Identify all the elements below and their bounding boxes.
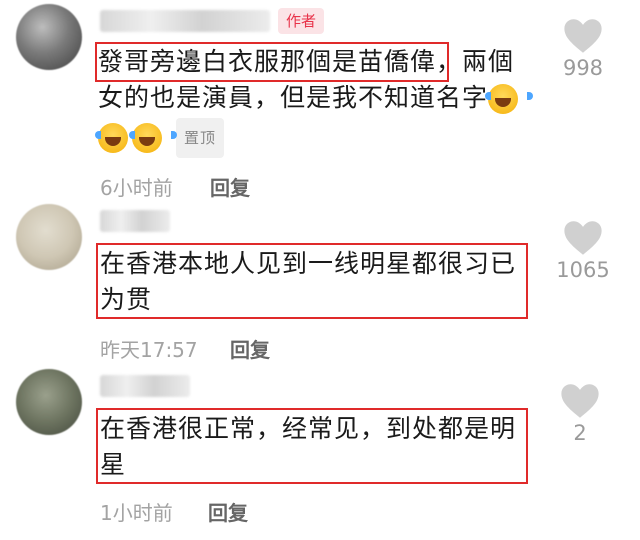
laughing-emoji-icon [485,84,534,114]
pinned-badge: 置顶 [176,118,225,158]
username-blurred[interactable] [100,10,270,32]
username-blurred[interactable] [100,210,170,232]
emoji-row: 置顶 [95,118,538,158]
like-count: 998 [562,56,604,80]
like-button[interactable]: 998 [548,18,618,80]
reply-button[interactable]: 回复 [210,172,250,201]
comment-1: 作者 發哥旁邊白衣服那個是苗僑偉，兩個 女的也是演員，但是我不知道名字 置顶 6… [0,0,640,200]
avatar[interactable] [16,204,82,270]
highlight-box [96,243,528,319]
avatar[interactable] [16,369,82,435]
username-blurred[interactable] [100,375,190,397]
highlight-box [95,42,449,82]
author-badge: 作者 [278,8,325,34]
comment-time: 1小时前 [100,501,173,525]
reply-button[interactable]: 回复 [208,497,248,526]
like-button[interactable]: 1065 [548,220,618,282]
avatar[interactable] [16,4,82,70]
reply-button[interactable]: 回复 [230,334,270,363]
like-count: 1065 [556,258,610,282]
like-button[interactable]: 2 [545,383,615,445]
laughing-emoji-icon [95,123,143,153]
comment-line-2-row: 女的也是演員，但是我不知道名字 [98,80,538,116]
highlight-box [96,408,528,484]
heart-icon [561,384,599,418]
comment-line-2: 女的也是演員，但是我不知道名字 [98,83,489,112]
comment-2: 在香港本地人见到一线明星都很习已 为贯 昨天17:57 回复 1065 [0,200,640,365]
like-count: 2 [573,421,587,445]
comment-3: 在香港很正常，经常见，到处都是明 星 1小时前 回复 2 [0,365,640,540]
comment-time: 昨天17:57 [100,338,198,362]
comment-time: 6小时前 [100,176,173,200]
heart-icon [564,221,602,255]
heart-icon [564,19,602,53]
laughing-emoji-icon [129,123,177,153]
